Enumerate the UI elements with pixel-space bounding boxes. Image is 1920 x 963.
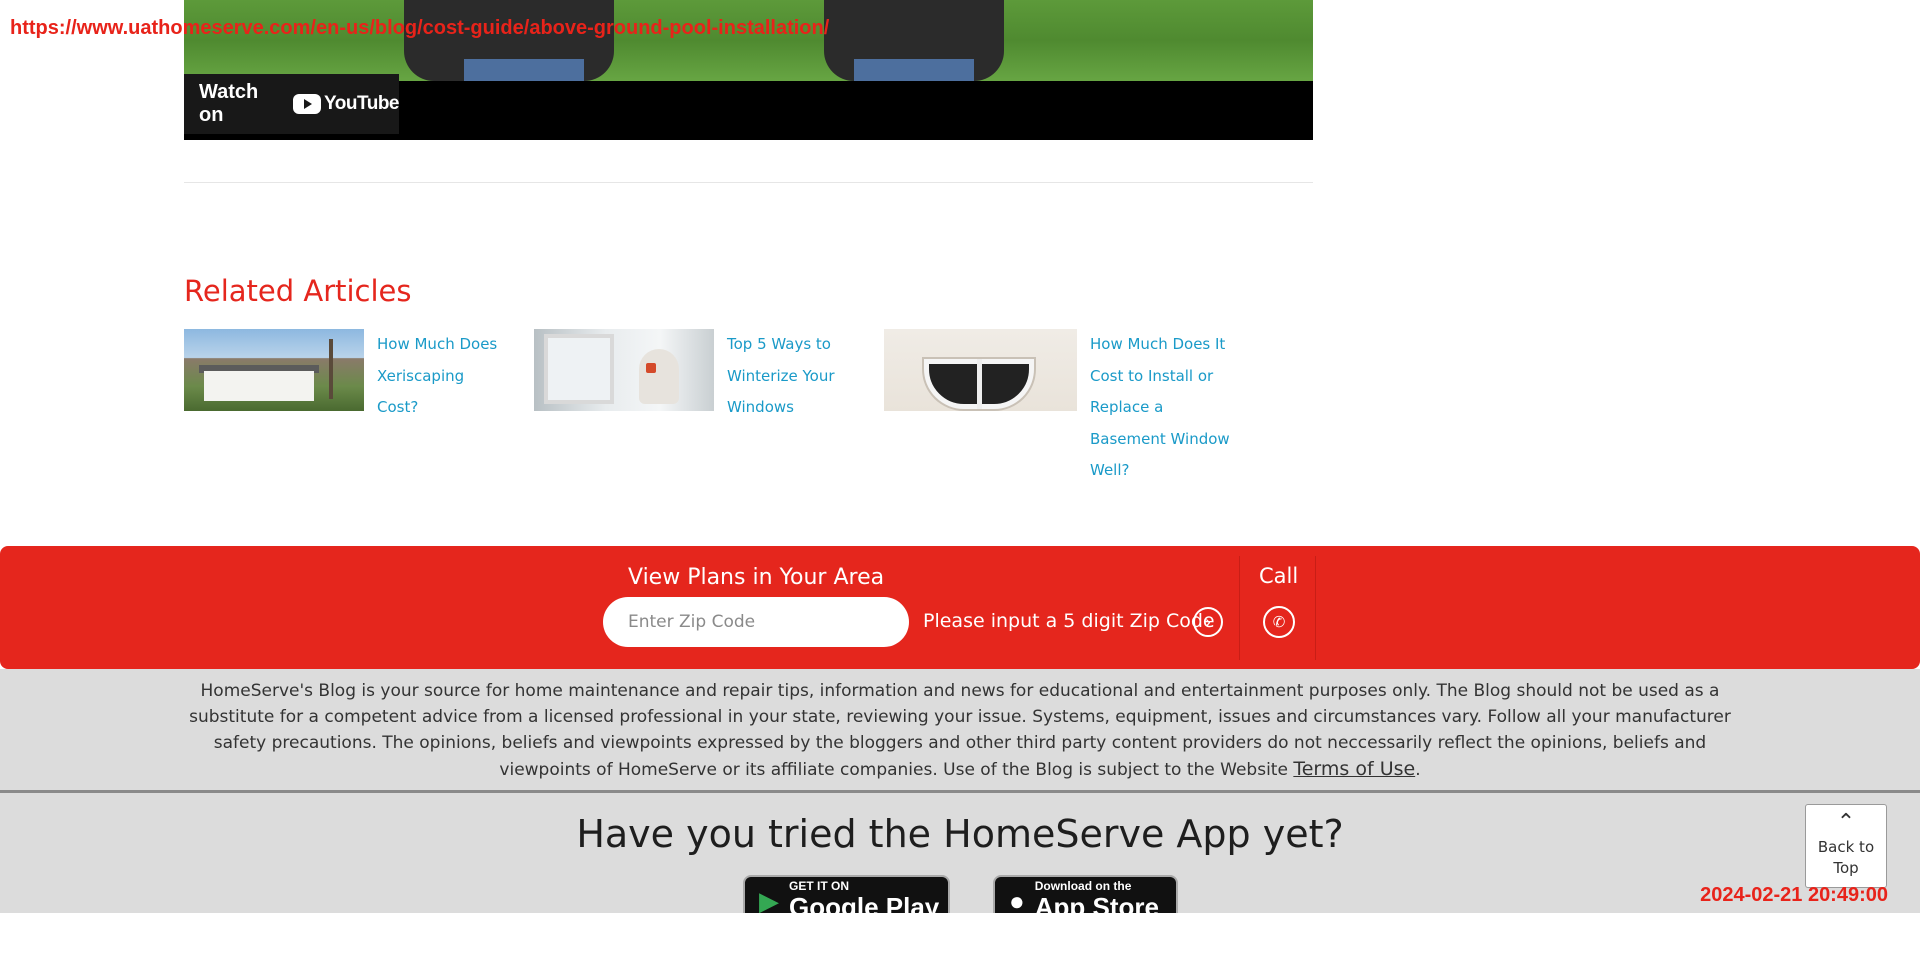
google-play-big-text: Google Play	[789, 892, 940, 913]
youtube-wordmark: YouTube	[324, 93, 399, 114]
timestamp-overlay: 2024-02-21 20:49:00	[1700, 884, 1888, 906]
google-play-icon: ▶	[759, 885, 779, 914]
view-plans-heading: View Plans in Your Area	[628, 565, 885, 590]
video-person-jeans	[854, 59, 974, 81]
youtube-logo: YouTube	[293, 93, 399, 115]
call-label: Call	[1259, 564, 1299, 588]
disclaimer-text: HomeServe's Blog is your source for home…	[189, 681, 1731, 780]
mug	[646, 363, 656, 373]
video-frame-background	[184, 0, 1313, 81]
phone-icon: ✆	[1272, 614, 1286, 631]
woman-figure	[639, 349, 679, 404]
youtube-play-icon	[293, 94, 322, 114]
related-article-card[interactable]: Top 5 Ways to Winterize Your Windows	[534, 329, 857, 424]
woman-by-window-thumbnail[interactable]	[534, 329, 714, 411]
video-person-jeans	[464, 59, 584, 81]
call-divider-left	[1239, 556, 1240, 660]
app-store-big-text: App Store	[1034, 892, 1159, 913]
palm-tree	[329, 339, 333, 399]
zip-code-error-message: Please input a 5 digit Zip Code	[923, 610, 1215, 632]
basement-window-well-thumbnail[interactable]	[884, 329, 1077, 411]
zip-code-input[interactable]	[603, 597, 909, 647]
related-article-card[interactable]: How Much Does Xeriscaping Cost?	[184, 329, 507, 424]
video-person	[824, 0, 1004, 81]
app-promo-section: Have you tried the HomeServe App yet? ▶ …	[0, 793, 1920, 913]
app-store-badge[interactable]: ● Download on the App Store	[993, 875, 1178, 913]
watch-on-youtube-button[interactable]: Watch on YouTube	[184, 74, 399, 134]
blog-disclaimer: HomeServe's Blog is your source for home…	[184, 678, 1736, 783]
related-article-link[interactable]: How Much Does Xeriscaping Cost?	[377, 329, 507, 424]
chevron-right-icon: ›	[1205, 612, 1211, 631]
url-overlay: https://www.uathomeserve.com/en-us/blog/…	[10, 17, 830, 39]
window-divider-bar	[977, 359, 982, 409]
view-plans-banner	[0, 546, 1920, 669]
disclaimer-end: .	[1415, 760, 1421, 780]
house-wall	[204, 371, 314, 401]
google-play-badge[interactable]: ▶ GET IT ON Google Play	[743, 875, 950, 913]
section-divider	[184, 182, 1313, 183]
window-frame	[544, 334, 614, 404]
desert-house-thumbnail[interactable]	[184, 329, 364, 411]
back-to-top-button[interactable]: ⌃ Back to Top	[1805, 804, 1887, 888]
zip-submit-button[interactable]: ›	[1193, 607, 1223, 637]
chevron-up-icon: ⌃	[1836, 809, 1856, 834]
call-divider-right	[1315, 556, 1316, 660]
call-button[interactable]: ✆	[1263, 606, 1295, 638]
app-promo-heading: Have you tried the HomeServe App yet?	[576, 812, 1344, 856]
watch-on-label: Watch on	[199, 81, 259, 126]
related-articles-heading: Related Articles	[184, 274, 412, 308]
back-to-top-label: Back to Top	[1817, 838, 1875, 877]
video-person	[404, 0, 614, 81]
related-article-link[interactable]: Top 5 Ways to Winterize Your Windows	[727, 329, 857, 424]
apple-icon: ●	[1009, 885, 1025, 914]
terms-of-use-link[interactable]: Terms of Use	[1293, 758, 1415, 780]
related-article-link[interactable]: How Much Does It Cost to Install or Repl…	[1090, 329, 1240, 487]
related-article-card[interactable]: How Much Does It Cost to Install or Repl…	[884, 329, 1240, 487]
